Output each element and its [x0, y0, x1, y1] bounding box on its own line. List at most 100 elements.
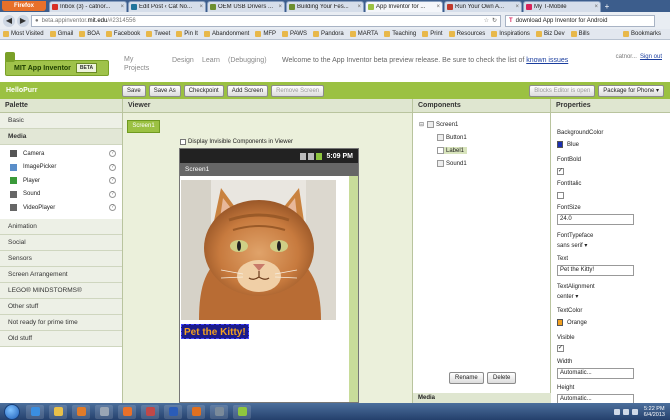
new-tab-button[interactable]: +: [602, 2, 612, 12]
known-issues-link[interactable]: known issues: [526, 57, 568, 64]
taskbar-app-button[interactable]: [95, 404, 113, 419]
search-input[interactable]: T download App Inventor for Android: [505, 14, 655, 27]
help-icon[interactable]: ?: [109, 190, 116, 198]
width-input[interactable]: Automatic...: [557, 368, 634, 379]
bookmark-item[interactable]: Abandonment: [203, 31, 249, 37]
bookmark-item[interactable]: Pin It: [176, 31, 198, 37]
visible-checkbox[interactable]: ✓: [557, 345, 564, 352]
checkpoint-button[interactable]: Checkpoint: [183, 84, 224, 97]
forward-button[interactable]: ▶: [17, 14, 29, 27]
tab-close-icon[interactable]: ×: [594, 4, 598, 10]
back-button[interactable]: ◀: [3, 14, 15, 27]
screen-selector-tab[interactable]: Screen1: [127, 120, 160, 133]
rename-button[interactable]: Rename: [449, 372, 484, 384]
add-screen-button[interactable]: Add Screen: [226, 84, 269, 97]
fontsize-input[interactable]: 24.0: [557, 214, 634, 225]
palette-category[interactable]: Sensors: [0, 250, 122, 267]
display-invisible-components[interactable]: Display Invisible Components in Viewer: [180, 139, 293, 145]
help-icon[interactable]: ?: [109, 177, 116, 184]
tree-item-button1[interactable]: Button1: [437, 134, 467, 141]
taskbar-app-button[interactable]: [141, 404, 159, 419]
bookmark-item[interactable]: MFP: [255, 31, 276, 37]
remove-screen-button[interactable]: Remove Screen: [271, 84, 325, 97]
browser-tab[interactable]: OEM USB Drivers ... ×: [207, 1, 285, 12]
fontbold-checkbox[interactable]: ✓: [557, 168, 564, 175]
taskbar-app-button[interactable]: [26, 404, 44, 419]
palette-category-media[interactable]: Media: [0, 129, 122, 145]
bookmark-item[interactable]: Resources: [448, 31, 485, 37]
taskbar-app-button[interactable]: [49, 404, 67, 419]
package-for-phone-button[interactable]: Package for Phone ▾: [598, 84, 664, 97]
bookmark-item[interactable]: Pandora: [313, 31, 344, 37]
help-icon[interactable]: ?: [109, 204, 116, 211]
browser-tab[interactable]: Run Your Own A... ×: [444, 1, 522, 12]
bookmarks-menu[interactable]: Bookmarks: [622, 31, 661, 37]
sign-out-link[interactable]: Sign out: [640, 54, 662, 60]
taskbar-app-button[interactable]: [233, 404, 251, 419]
help-icon[interactable]: ?: [109, 163, 116, 171]
bookmark-item[interactable]: Bills: [570, 31, 590, 37]
delete-button[interactable]: Delete: [487, 372, 517, 384]
bookmark-item[interactable]: Most Visited: [3, 31, 44, 37]
palette-component-item[interactable]: ImagePicker?: [0, 161, 122, 175]
bookmark-item[interactable]: Tweet: [146, 31, 170, 37]
palette-category[interactable]: Old stuff: [0, 330, 122, 347]
palette-component-item[interactable]: VideoPlayer?: [0, 201, 122, 215]
fonttypeface-select[interactable]: sans serif ▾: [557, 242, 587, 252]
taskbar-app-button[interactable]: [164, 404, 182, 419]
help-icon[interactable]: ?: [109, 150, 116, 157]
url-bar[interactable]: ● beta.appinventor. mit.edu/#2314556 ☆ ↻: [31, 14, 501, 27]
kitty-button-image[interactable]: [181, 180, 336, 320]
palette-category[interactable]: Social: [0, 234, 122, 251]
browser-tab[interactable]: Edit Post ‹ Cat No... ×: [128, 1, 206, 12]
prop-backgroundcolor-value[interactable]: Blue: [557, 141, 579, 148]
browser-tab[interactable]: Building Your Fes... ×: [286, 1, 364, 12]
reload-icon[interactable]: ↻: [492, 17, 497, 24]
tray-network-icon[interactable]: [613, 408, 620, 415]
tab-close-icon[interactable]: ×: [357, 4, 361, 10]
label1-pet-the-kitty[interactable]: Pet the Kitty!: [181, 324, 249, 339]
debugging-link[interactable]: (Debugging): [228, 57, 267, 64]
palette-category[interactable]: LEGO® MINDSTORMS®: [0, 282, 122, 299]
tray-flag-icon[interactable]: [631, 408, 638, 415]
palette-category[interactable]: Screen Arrangement: [0, 266, 122, 283]
palette-component-item[interactable]: Camera?: [0, 147, 122, 161]
browser-tab[interactable]: Inbox (3) - catnor... ×: [49, 1, 127, 12]
taskbar-app-button[interactable]: [118, 404, 136, 419]
tab-close-icon[interactable]: ×: [515, 4, 519, 10]
tab-close-icon[interactable]: ×: [278, 4, 282, 10]
tray-volume-icon[interactable]: [622, 408, 629, 415]
tab-close-icon[interactable]: ×: [120, 4, 124, 10]
tab-close-icon[interactable]: ×: [199, 4, 203, 10]
tree-item-screen1[interactable]: ⊟ Screen1: [419, 121, 458, 128]
start-button[interactable]: [4, 403, 20, 420]
palette-category[interactable]: Animation: [0, 218, 122, 235]
save-as-button[interactable]: Save As: [148, 84, 181, 97]
collapse-icon[interactable]: ⊟: [419, 121, 424, 128]
bookmark-item[interactable]: Gmail: [49, 31, 73, 37]
learn-link[interactable]: Learn: [202, 57, 220, 64]
palette-category[interactable]: Other stuff: [0, 298, 122, 315]
bookmark-item[interactable]: Facebook: [105, 31, 140, 37]
bookmark-item[interactable]: Biz Dev: [535, 31, 565, 37]
palette-component-item[interactable]: Sound?: [0, 188, 122, 202]
palette-category-basic[interactable]: Basic: [0, 113, 122, 129]
my-projects-link[interactable]: My Projects: [124, 55, 158, 73]
bookmark-item[interactable]: Print: [422, 31, 443, 37]
design-link[interactable]: Design: [172, 57, 194, 64]
palette-category[interactable]: Not ready for prime time: [0, 314, 122, 331]
bookmark-item[interactable]: Inspirations: [491, 31, 530, 37]
tree-item-sound1[interactable]: Sound1: [437, 160, 467, 167]
tree-item-label1[interactable]: Label1: [437, 147, 468, 154]
text-input[interactable]: Pet the Kitty!: [557, 265, 634, 276]
blocks-editor-button[interactable]: Blocks Editor is open: [529, 84, 596, 97]
taskbar-app-button[interactable]: [187, 404, 205, 419]
app-inventor-logo[interactable]: MIT App Inventor BETA: [5, 60, 109, 76]
fontitalic-checkbox[interactable]: [557, 192, 564, 199]
save-button[interactable]: Save: [122, 84, 146, 97]
bookmark-item[interactable]: MARTA: [349, 31, 378, 37]
tab-close-icon[interactable]: ×: [436, 4, 440, 10]
display-invisible-checkbox[interactable]: [180, 139, 186, 145]
prop-textcolor-value[interactable]: Orange: [557, 319, 587, 326]
textalignment-select[interactable]: center ▾: [557, 293, 578, 303]
